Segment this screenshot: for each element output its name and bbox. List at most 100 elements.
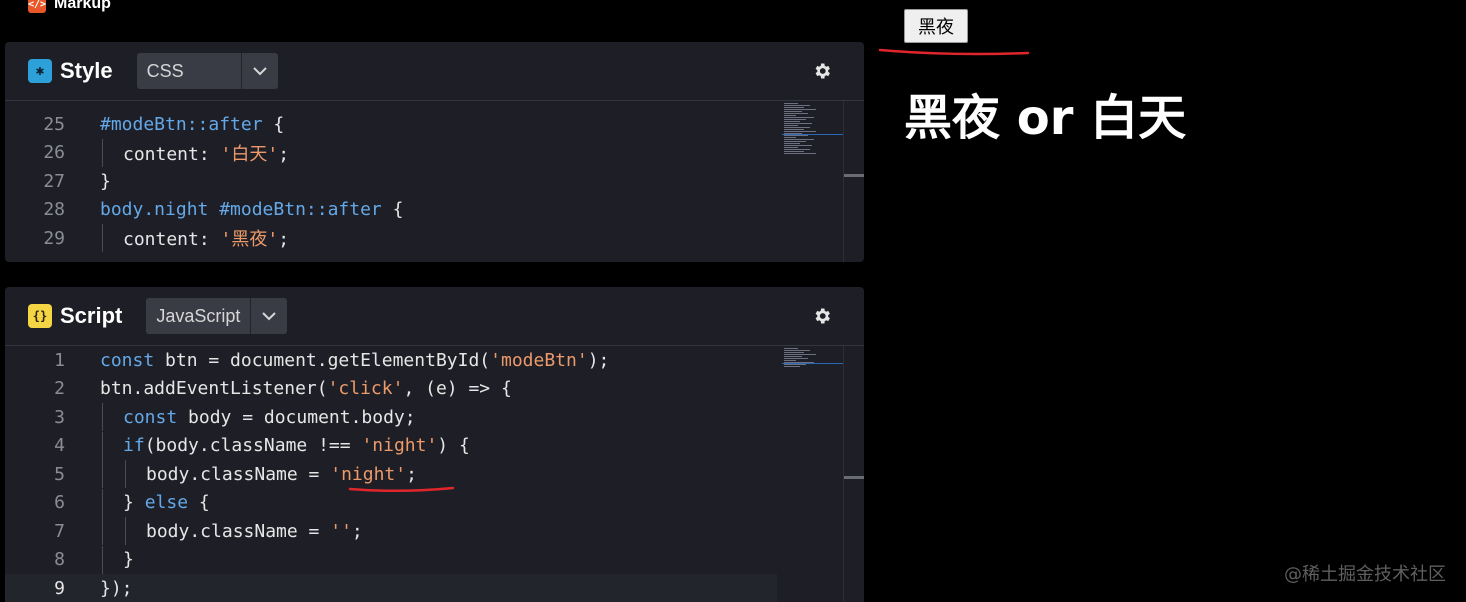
indent-guide <box>125 517 126 545</box>
markup-panel-header[interactable]: </> Markup <box>28 0 111 14</box>
minimap-line <box>784 105 810 106</box>
minimap-line <box>784 366 800 367</box>
code-text: } else { <box>123 492 210 513</box>
line-number: 29 <box>43 227 65 249</box>
code-text: } <box>100 171 111 192</box>
minimap-line <box>784 356 802 357</box>
code-token: body.className = <box>146 463 331 485</box>
code-line[interactable]: 8} <box>5 545 777 574</box>
code-token: } <box>123 549 134 570</box>
page: </> Markup ✱ Style CSS 25 #modeBtn::after… <box>0 0 1466 602</box>
minimap-line <box>784 127 810 128</box>
code-line[interactable]: 25 #modeBtn::after { <box>5 110 777 138</box>
html-tag-icon: </> <box>28 0 46 13</box>
markup-panel-title: Markup <box>54 0 111 12</box>
script-panel-title: Script <box>60 303 123 328</box>
indent-guide <box>102 460 103 488</box>
style-scroll-thumb[interactable] <box>844 174 864 177</box>
code-token: body.className = <box>146 520 331 542</box>
code-token: (body.className !== <box>144 435 362 456</box>
code-line[interactable]: 28 body.night #modeBtn::after { <box>5 196 777 224</box>
preview-heading: 黑夜 or 白天 <box>904 90 1187 146</box>
code-line[interactable]: 7 body.className = ''; <box>5 517 777 545</box>
line-number: 27 <box>43 170 65 192</box>
css-asterisk-icon: ✱ <box>28 59 52 83</box>
minimap-line <box>784 350 810 351</box>
minimap-line <box>784 149 810 150</box>
script-scrollbar[interactable] <box>843 346 864 602</box>
code-token: } <box>100 170 111 192</box>
line-number: 28 <box>43 199 65 220</box>
code-token: content <box>123 229 199 250</box>
chevron-down-icon[interactable] <box>250 298 287 334</box>
code-token: ); <box>587 349 610 371</box>
line-number: 5 <box>54 463 65 485</box>
minimap-line <box>784 141 806 142</box>
minimap-line <box>784 354 816 355</box>
mode-toggle-button[interactable]: 黑夜 <box>904 9 968 43</box>
indent-guide <box>125 460 126 488</box>
minimap-line <box>784 113 808 114</box>
code-line[interactable]: 29 content: '黑夜'; <box>5 224 777 252</box>
script-scroll-thumb[interactable] <box>844 476 864 479</box>
code-token: btn = document.getElementById( <box>154 349 491 371</box>
js-braces-icon: {} <box>28 304 52 328</box>
minimap-line <box>784 131 816 132</box>
chevron-down-icon[interactable] <box>240 53 278 89</box>
code-line[interactable]: 3 const body = document.body; <box>5 403 777 431</box>
line-number: 7 <box>54 520 65 542</box>
minimap-line <box>784 109 816 110</box>
code-text: content: '黑夜'; <box>123 225 289 251</box>
gear-icon[interactable] <box>812 306 832 326</box>
minimap-line <box>784 125 798 126</box>
line-number: 1 <box>54 349 65 371</box>
code-line[interactable]: 5 body.className = 'night'; <box>5 460 777 488</box>
code-line[interactable]: 4 if(body.className !== 'night') { <box>5 431 777 460</box>
minimap-line <box>784 137 796 138</box>
script-minimap[interactable] <box>782 346 844 602</box>
code-line[interactable]: 27} <box>5 167 777 195</box>
indent-guide <box>102 431 103 460</box>
code-token: #modeBtn::after <box>100 113 263 135</box>
code-token: ; <box>278 143 290 165</box>
minimap-line <box>784 153 816 154</box>
minimap-line <box>784 352 804 353</box>
minimap-line <box>784 117 814 118</box>
script-language-select[interactable]: JavaScript <box>146 298 288 334</box>
code-text: const body = document.body; <box>123 407 416 428</box>
minimap-line <box>784 147 798 148</box>
minimap-viewport[interactable] <box>782 363 844 364</box>
style-panel-header: ✱ Style CSS <box>5 42 864 101</box>
code-token: body = document.body; <box>177 406 416 428</box>
indent-guide <box>102 138 103 167</box>
code-text: body.className = ''; <box>146 521 363 542</box>
code-line[interactable]: 26 content: '白天'; <box>5 138 777 167</box>
indent-guide <box>102 488 103 517</box>
minimap-line <box>784 151 804 152</box>
indent-guide <box>102 403 103 431</box>
watermark: @稀土掘金技术社区 <box>1284 564 1446 585</box>
minimap-line <box>784 348 798 349</box>
script-code-editor[interactable]: 1 const btn = document.getElementById('mo… <box>5 346 864 602</box>
code-line[interactable]: 9}); <box>5 574 777 602</box>
indent-guide <box>102 224 103 252</box>
code-token: ; <box>278 229 290 250</box>
minimap-line <box>784 119 806 120</box>
code-token: : <box>198 143 221 165</box>
code-line[interactable]: 1 const btn = document.getElementById('mo… <box>5 346 777 374</box>
code-line[interactable]: 2 btn.addEventListener('click', (e) => { <box>5 375 777 403</box>
indent-guide <box>102 545 103 574</box>
line-number: 6 <box>54 492 65 513</box>
code-line[interactable]: 6 } else { <box>5 488 777 517</box>
code-token: if <box>123 435 145 456</box>
style-code-editor[interactable]: 25 #modeBtn::after {26 content: '白天'; 27} 28… <box>5 101 864 262</box>
style-minimap[interactable] <box>782 101 844 262</box>
line-number: 9 <box>54 577 65 599</box>
code-token: ) { <box>437 435 470 456</box>
code-token: const <box>100 349 155 371</box>
style-language-select[interactable]: CSS <box>136 53 278 89</box>
minimap-viewport[interactable] <box>782 134 844 135</box>
style-scrollbar[interactable] <box>843 101 864 262</box>
code-token: '白天' <box>220 143 279 165</box>
gear-icon[interactable] <box>812 61 832 81</box>
